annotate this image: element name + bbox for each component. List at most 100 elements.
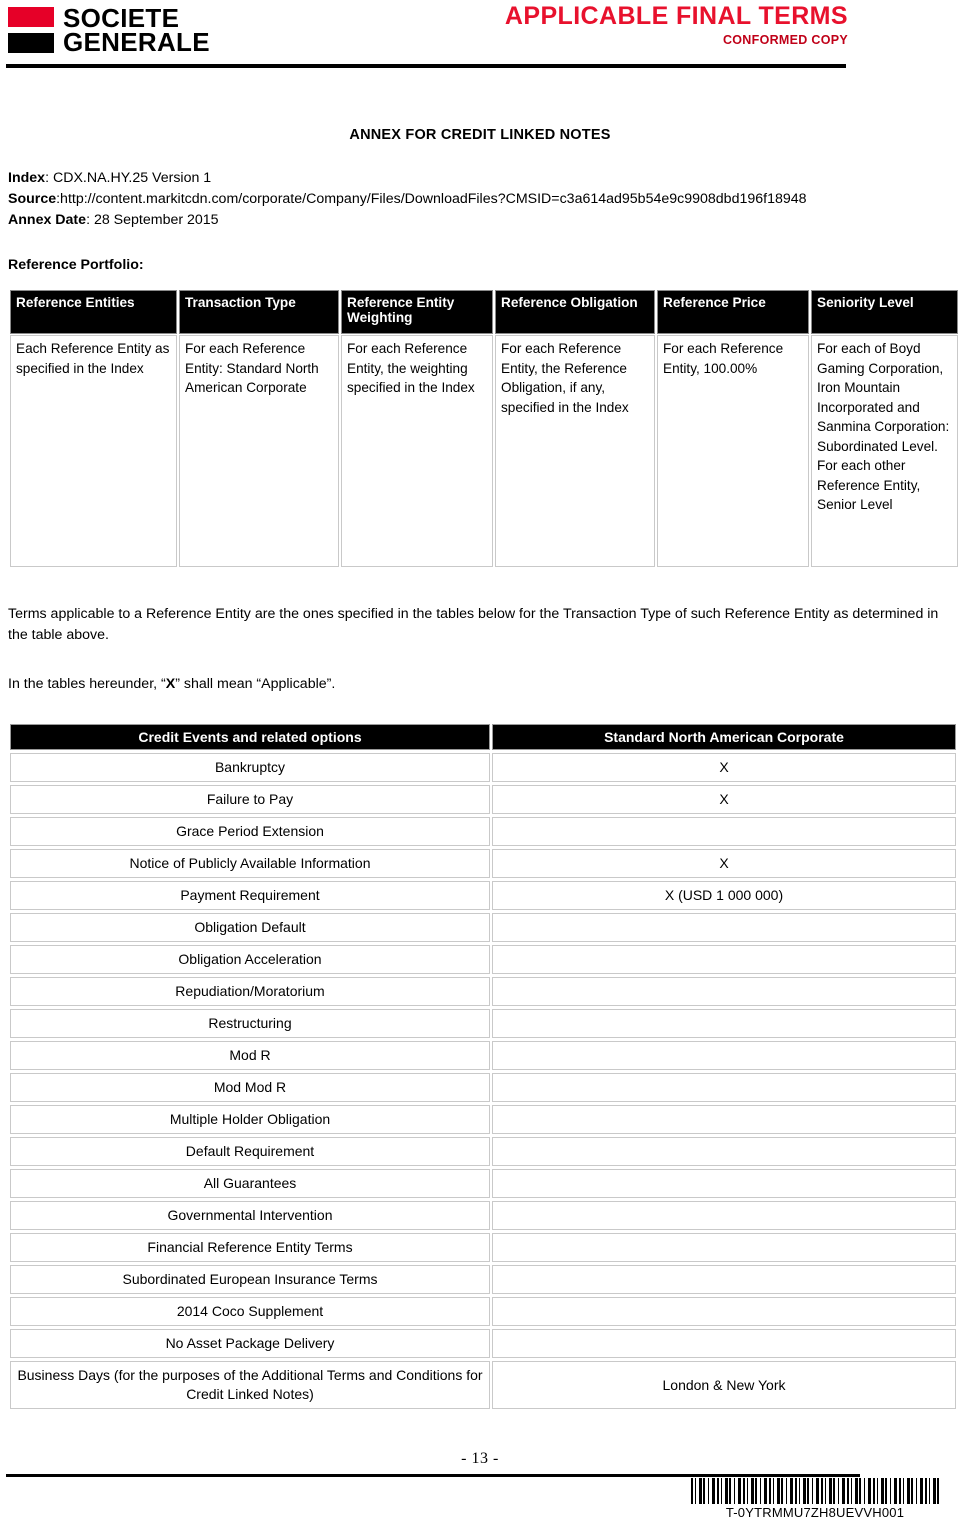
cell-credit-event-value: [492, 1297, 956, 1326]
cell-credit-event-label: Multiple Holder Obligation: [10, 1105, 490, 1134]
cell-credit-event-label: Repudiation/Moratorium: [10, 977, 490, 1006]
meta-index: Index: CDX.NA.HY.25 Version 1: [8, 168, 952, 189]
logo-wordmark: SOCIETE GENERALE: [63, 5, 210, 55]
table-row: 2014 Coco Supplement: [10, 1297, 956, 1326]
cell-credit-event-value: [492, 1041, 956, 1070]
barcode-text: T-0YTRMMU7ZH8UEVVH001: [725, 1505, 905, 1520]
table-row: Mod Mod R: [10, 1073, 956, 1102]
cell-credit-event-label: Mod R: [10, 1041, 490, 1070]
table-row: Notice of Publicly Available Information…: [10, 849, 956, 878]
col-header-reference-price: Reference Price: [657, 290, 809, 334]
reference-portfolio-label: Reference Portfolio:: [8, 257, 144, 273]
cell-credit-event-label: Payment Requirement: [10, 881, 490, 910]
meta-source: Source:http://content.markitcdn.com/corp…: [8, 189, 952, 210]
cell-credit-event-label: Grace Period Extension: [10, 817, 490, 846]
cell-credit-event-label: Financial Reference Entity Terms: [10, 1233, 490, 1262]
cell-reference-entity-weighting: For each Reference Entity, the weighting…: [341, 335, 493, 567]
header-title-block: APPLICABLE FINAL TERMS CONFORMED COPY: [505, 2, 848, 47]
header-divider: [6, 64, 846, 68]
cell-credit-event-value: [492, 1137, 956, 1166]
table-row: Mod R: [10, 1041, 956, 1070]
paragraph-x-meaning-suffix: ” shall mean “Applicable”.: [175, 676, 336, 692]
cell-credit-event-label: Obligation Default: [10, 913, 490, 942]
table-row: Multiple Holder Obligation: [10, 1105, 956, 1134]
cell-credit-event-label: Notice of Publicly Available Information: [10, 849, 490, 878]
page-header: SOCIETE GENERALE APPLICABLE FINAL TERMS …: [0, 0, 960, 72]
cell-credit-event-label: Business Days (for the purposes of the A…: [10, 1361, 490, 1409]
cell-credit-event-label: Mod Mod R: [10, 1073, 490, 1102]
cell-credit-event-value: X: [492, 785, 956, 814]
meta-source-label: Source: [8, 191, 57, 207]
table-row: Obligation Default: [10, 913, 956, 942]
col-header-transaction-type: Transaction Type: [179, 290, 339, 334]
paragraph-terms-applicable: Terms applicable to a Reference Entity a…: [8, 606, 939, 643]
table-row: Restructuring: [10, 1009, 956, 1038]
societe-generale-logo: SOCIETE GENERALE: [8, 5, 210, 55]
cell-reference-price: For each Reference Entity, 100.00%: [657, 335, 809, 567]
credit-events-table: Credit Events and related options Standa…: [8, 721, 958, 1412]
col-header-standard-north-american-corporate: Standard North American Corporate: [492, 724, 956, 750]
cell-credit-event-value: [492, 1329, 956, 1358]
col-header-credit-events: Credit Events and related options: [10, 724, 490, 750]
table-row: Payment Requirement X (USD 1 000 000): [10, 881, 956, 910]
meta-annex-date-label: Annex Date: [8, 212, 87, 228]
cell-credit-event-value: X: [492, 849, 956, 878]
col-header-reference-obligation: Reference Obligation: [495, 290, 655, 334]
col-header-reference-entities: Reference Entities: [10, 290, 177, 334]
meta-source-value: :http://content.markitcdn.com/corporate/…: [56, 191, 807, 207]
cell-credit-event-value: [492, 1105, 956, 1134]
cell-reference-obligation: For each Reference Entity, the Reference…: [495, 335, 655, 567]
table-row: Obligation Acceleration: [10, 945, 956, 974]
col-header-seniority-level: Seniority Level: [811, 290, 958, 334]
cell-credit-event-label: Restructuring: [10, 1009, 490, 1038]
document-title: APPLICABLE FINAL TERMS: [504, 2, 848, 30]
table-row: Bankruptcy X: [10, 753, 956, 782]
cell-credit-event-value: [492, 1265, 956, 1294]
table-row: Each Reference Entity as specified in th…: [10, 335, 958, 567]
page-number: - 13 -: [461, 1450, 499, 1467]
paragraph-x-symbol: X: [165, 676, 176, 692]
cell-credit-event-label: Subordinated European Insurance Terms: [10, 1265, 490, 1294]
barcode-icon: [691, 1478, 939, 1504]
table-row: Grace Period Extension: [10, 817, 956, 846]
cell-credit-event-label: Failure to Pay: [10, 785, 490, 814]
table-row: Repudiation/Moratorium: [10, 977, 956, 1006]
table-row: Financial Reference Entity Terms: [10, 1233, 956, 1262]
cell-credit-event-label: Default Requirement: [10, 1137, 490, 1166]
cell-credit-event-label: Bankruptcy: [10, 753, 490, 782]
meta-annex-date-value: : 28 September 2015: [86, 212, 219, 228]
table-row: Governmental Intervention: [10, 1201, 956, 1230]
footer-divider: [6, 1474, 860, 1477]
cell-credit-event-value: [492, 1169, 956, 1198]
barcode-block: T-0YTRMMU7ZH8UEVVH001: [686, 1478, 944, 1520]
cell-credit-event-value: [492, 1009, 956, 1038]
document-metadata: Index: CDX.NA.HY.25 Version 1 Source:htt…: [8, 168, 952, 231]
cell-credit-event-value: [492, 817, 956, 846]
cell-credit-event-value: [492, 977, 956, 1006]
cell-reference-entities: Each Reference Entity as specified in th…: [10, 335, 177, 567]
table-row: No Asset Package Delivery: [10, 1329, 956, 1358]
societe-generale-logo-icon: [8, 7, 54, 53]
table-row: Subordinated European Insurance Terms: [10, 1265, 956, 1294]
cell-credit-event-label: 2014 Coco Supplement: [10, 1297, 490, 1326]
paragraph-x-meaning-prefix: In the tables hereunder, “: [8, 676, 166, 692]
reference-portfolio-table: Reference Entities Transaction Type Refe…: [8, 289, 960, 568]
cell-credit-event-label: All Guarantees: [10, 1169, 490, 1198]
cell-credit-event-value: [492, 1073, 956, 1102]
document-subtitle: CONFORMED COPY: [722, 33, 848, 47]
cell-credit-event-label: Obligation Acceleration: [10, 945, 490, 974]
cell-credit-event-value: London & New York: [492, 1361, 956, 1409]
cell-credit-event-value: [492, 1233, 956, 1262]
meta-index-value: : CDX.NA.HY.25 Version 1: [45, 170, 212, 186]
cell-credit-event-label: Governmental Intervention: [10, 1201, 490, 1230]
cell-credit-event-label: No Asset Package Delivery: [10, 1329, 490, 1358]
annex-title: ANNEX FOR CREDIT LINKED NOTES: [349, 127, 611, 143]
table-row: Business Days (for the purposes of the A…: [10, 1361, 956, 1409]
table-header-row: Credit Events and related options Standa…: [10, 724, 956, 750]
table-row: Failure to Pay X: [10, 785, 956, 814]
table-row: All Guarantees: [10, 1169, 956, 1198]
paragraph-x-meaning: In the tables hereunder, “X” shall mean …: [8, 674, 952, 695]
col-header-reference-entity-weighting: Reference Entity Weighting: [341, 290, 493, 334]
cell-credit-event-value: X: [492, 753, 956, 782]
cell-credit-event-value: X (USD 1 000 000): [492, 881, 956, 910]
